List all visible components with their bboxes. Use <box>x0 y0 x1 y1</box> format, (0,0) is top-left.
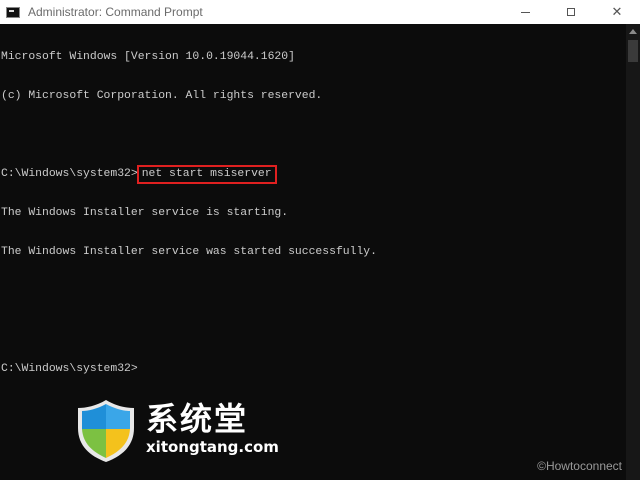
cmd-app-icon[interactable] <box>6 6 20 18</box>
shield-logo-icon <box>78 400 134 462</box>
minimize-button[interactable] <box>502 0 548 24</box>
maximize-button[interactable] <box>548 0 594 24</box>
close-icon: ✕ <box>611 4 623 19</box>
console-line: The Windows Installer service is startin… <box>1 207 289 219</box>
scroll-up-arrow-icon <box>629 28 637 34</box>
minimize-icon <box>520 11 530 13</box>
title-bar[interactable]: Administrator: Command Prompt ✕ <box>0 0 640 24</box>
highlighted-command: net start msiserver <box>136 165 277 184</box>
console-line: Microsoft Windows [Version 10.0.19044.16… <box>1 51 295 63</box>
current-prompt[interactable]: C:\Windows\system32> <box>1 363 625 376</box>
site-watermark: 系统堂 xitongtang.com <box>74 398 294 464</box>
window-controls: ✕ <box>502 0 640 24</box>
watermark-title: 系统堂 <box>146 400 249 438</box>
scroll-thumb[interactable] <box>628 40 638 62</box>
vertical-scrollbar[interactable] <box>626 24 640 480</box>
prompt-text: C:\Windows\system32> <box>1 168 138 180</box>
window-title: Administrator: Command Prompt <box>28 5 203 19</box>
image-credit: ©Howtoconnect <box>537 459 622 473</box>
console-line: The Windows Installer service was starte… <box>1 246 377 258</box>
maximize-icon <box>567 8 575 16</box>
command-line: C:\Windows\system32> net start msiserver <box>1 165 625 184</box>
watermark-url: xitongtang.com <box>146 438 279 456</box>
close-button[interactable]: ✕ <box>594 0 640 24</box>
scroll-up-button[interactable] <box>626 24 640 38</box>
command-prompt-window: Administrator: Command Prompt ✕ Microsof… <box>0 0 640 480</box>
console-line: (c) Microsoft Corporation. All rights re… <box>1 90 323 102</box>
